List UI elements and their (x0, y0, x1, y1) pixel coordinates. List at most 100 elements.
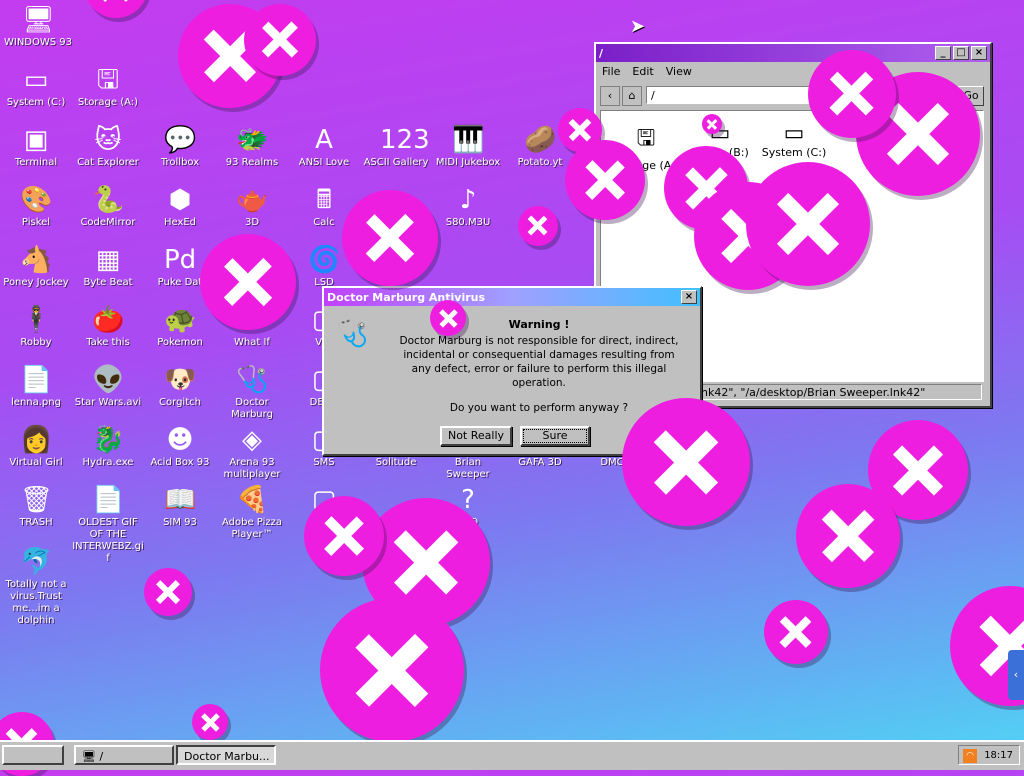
desktop-icon-label: HexEd (163, 217, 197, 228)
virus-x-icon[interactable] (84, 0, 148, 18)
desktop-icon-label: Terminal (14, 157, 58, 168)
drive-label: System (C:) (761, 146, 827, 159)
virus-x-icon[interactable] (764, 600, 828, 664)
virus-x-icon[interactable] (144, 568, 192, 616)
desktop-icon[interactable]: 📄 lenna.png (0, 364, 72, 409)
desktop-icon[interactable]: 🗑 TRASH (0, 484, 72, 529)
app-icon: 🗑 (20, 485, 54, 515)
menu-file[interactable]: File (602, 65, 620, 78)
explorer-titlebar[interactable]: / _ □ × (596, 44, 990, 62)
system-tray: ◠ 18:17 (958, 745, 1020, 765)
virus-x-icon[interactable] (565, 140, 645, 220)
desktop-icon[interactable]: 🐱 Cat Explorer (72, 124, 144, 169)
desktop-icon[interactable]: 👩 Virtual Girl (0, 424, 72, 469)
desktop-icon[interactable]: 💬 Trollbox (144, 124, 216, 169)
dialog-close-button[interactable]: × (681, 290, 697, 304)
menu-edit[interactable]: Edit (632, 65, 653, 78)
drive-item-system[interactable]: ▭ System (C:) (759, 121, 829, 159)
desktop-icon[interactable]: 🎨 Piskel (0, 184, 72, 229)
app-icon: 🩺 (236, 365, 269, 395)
desktop-icon[interactable]: ▦ Byte Beat (72, 244, 144, 289)
desktop-icon[interactable]: 🖥 WINDOWS 93 (2, 4, 74, 49)
desktop-icon-label: Corgitch (159, 397, 201, 408)
virus-x-icon[interactable] (796, 484, 900, 588)
app-icon: 📄 (92, 485, 125, 515)
start-button[interactable] (2, 745, 64, 765)
virus-x-icon[interactable] (622, 398, 750, 526)
clock[interactable]: 18:17 (984, 750, 1013, 761)
task-dialog[interactable]: Doctor Marbu... (176, 745, 276, 765)
desktop-icon-label: Byte Beat (83, 277, 133, 288)
desktop-icon-label: Robby (20, 337, 52, 348)
virus-x-icon[interactable] (200, 234, 296, 330)
desktop-icon[interactable]: ⬢ HexEd (144, 184, 216, 229)
desktop-icon[interactable]: 🐢 Pokemon (144, 304, 216, 349)
desktop-icon[interactable]: ▭ System (C:) (0, 64, 72, 109)
desktop-icon[interactable]: 🫖 3D (216, 184, 288, 229)
desktop-icon[interactable]: 🩺 Doctor Marburg (216, 364, 288, 421)
close-button[interactable]: × (971, 46, 987, 60)
virus-x-icon[interactable] (430, 300, 466, 336)
virus-x-icon[interactable] (192, 704, 228, 740)
desktop-icon[interactable]: 🐉 Hydra.exe (72, 424, 144, 469)
virus-x-icon[interactable] (304, 496, 384, 576)
desktop-icon[interactable]: 🍅 Take this (72, 304, 144, 349)
app-icon: 🐱 (94, 125, 122, 155)
virus-x-icon[interactable] (518, 206, 558, 246)
desktop-icon-label: Potato.yt (517, 157, 563, 168)
app-icon: ▭ (23, 65, 49, 95)
dialog-title: Doctor Marburg Antivirus (327, 290, 486, 304)
desktop-icon[interactable]: 📄 OLDEST GIF OF THE INTERWEBZ.gif (72, 484, 144, 565)
desktop-icon[interactable]: ◈ Arena 93 multiplayer (216, 424, 288, 481)
mouse-cursor-icon: ➤ (630, 16, 646, 37)
desktop-icon[interactable]: 📖 SIM 93 (144, 484, 216, 529)
maximize-button[interactable]: □ (953, 46, 969, 60)
taskbar: 🖥 / Doctor Marbu... ◠ 18:17 (0, 740, 1024, 770)
desktop-icon-label: Brian Sweeper (446, 457, 490, 480)
desktop-icon-label: Doctor Marburg (231, 397, 273, 420)
desktop-icon[interactable]: 🕴 Robby (0, 304, 72, 349)
sure-button[interactable]: Sure (520, 426, 590, 446)
dialog-titlebar[interactable]: Doctor Marburg Antivirus × (324, 288, 700, 306)
app-icon: ▦ (95, 245, 121, 275)
desktop-icon[interactable]: 123 ASCII Gallery (360, 124, 432, 169)
app-icon: 🍅 (92, 305, 125, 335)
app-icon: ⬢ (168, 185, 192, 215)
app-icon: 👽 (92, 365, 125, 395)
virus-x-icon[interactable] (808, 50, 896, 138)
virus-x-icon[interactable] (746, 162, 870, 286)
desktop-icon[interactable]: 🎹 MIDI Jukebox (432, 124, 504, 169)
app-icon: Pd (164, 245, 197, 275)
virus-x-icon[interactable] (244, 4, 316, 76)
desktop-icon-label: Storage (A:) (77, 97, 139, 108)
task-explorer[interactable]: 🖥 / (74, 745, 174, 765)
virus-x-icon[interactable] (342, 190, 438, 286)
app-icon: 🖥 (22, 5, 56, 35)
desktop-icon[interactable]: 🐶 Corgitch (144, 364, 216, 409)
app-icon: ♪ (459, 185, 477, 215)
side-tab-chevron-icon[interactable]: ‹ (1008, 650, 1024, 700)
desktop-icon[interactable]: 🐲 93 Realms (216, 124, 288, 169)
desktop-icon[interactable]: ♪ S80.M3U (432, 184, 504, 229)
drive-icon: ▭ (783, 121, 805, 146)
desktop-icon[interactable]: 👽 Star Wars.avi (72, 364, 144, 409)
not-really-button[interactable]: Not Really (440, 426, 512, 446)
desktop-icon[interactable]: 🍕 Adobe Pizza Player™ (216, 484, 288, 541)
rss-icon[interactable]: ◠ (963, 749, 977, 763)
desktop-icon[interactable]: 🐍 CodeMirror (72, 184, 144, 229)
back-icon[interactable]: ‹ (600, 86, 620, 106)
app-icon: 🐍 (92, 185, 125, 215)
desktop-icon[interactable]: A ANSI Love (288, 124, 360, 169)
virus-x-icon[interactable] (320, 598, 464, 742)
desktop-icon-label: TRASH (19, 517, 53, 528)
virus-x-icon[interactable] (702, 114, 722, 134)
minimize-button[interactable]: _ (935, 46, 951, 60)
desktop-icon[interactable]: ☻ Acid Box 93 (144, 424, 216, 469)
home-icon[interactable]: ⌂ (622, 86, 642, 106)
desktop-icon[interactable]: 🖫 Storage (A:) (72, 64, 144, 109)
desktop-icon[interactable]: 🐴 Poney Jockey (0, 244, 72, 289)
desktop-icon-label: S80.M3U (445, 217, 491, 228)
menu-view[interactable]: View (666, 65, 692, 78)
desktop-icon[interactable]: ▣ Terminal (0, 124, 72, 169)
desktop-icon[interactable]: 🐬 Totally not a virus.Trust me...im a dol… (0, 546, 72, 627)
